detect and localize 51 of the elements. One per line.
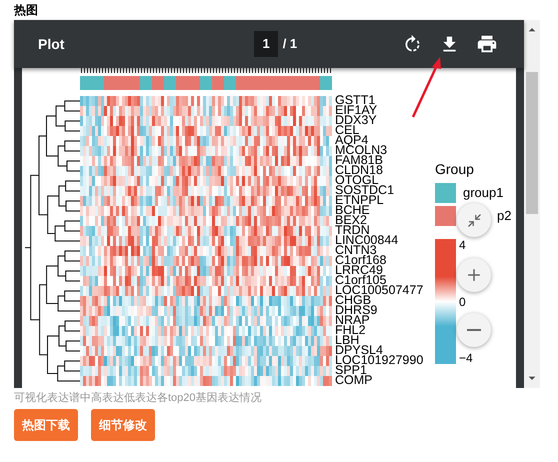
gene-label: TRDN <box>335 225 370 235</box>
gene-label: CEL <box>335 125 360 135</box>
zoom-out-button[interactable] <box>457 313 491 347</box>
gene-label: CNTN3 <box>335 245 377 255</box>
gene-label: FAM81B <box>335 155 383 165</box>
scale-label: 4 <box>459 239 466 251</box>
fit-to-page-button[interactable] <box>457 203 491 237</box>
section-title: 热图 <box>14 2 38 18</box>
page-count: / 1 <box>282 35 298 54</box>
legend-label: group1 <box>463 184 504 202</box>
gene-label: FHL2 <box>335 325 366 335</box>
gene-label: NRAP <box>335 315 370 325</box>
caption: 可视化表达谱中高表达低表达各top20基因表达情况 <box>14 391 262 405</box>
gene-label: OTOGL <box>335 175 379 185</box>
gene-label: C1orf105 <box>335 275 386 285</box>
scale-label: 0 <box>459 296 466 308</box>
gene-label: SPP1 <box>335 365 367 375</box>
gene-label: MCOLN3 <box>335 145 388 155</box>
gene-label: SOSTDC1 <box>335 185 394 195</box>
action-button[interactable]: 细节修改 <box>91 409 155 441</box>
document-title: Plot <box>38 34 64 54</box>
legend-title: Group <box>435 161 474 177</box>
action-button[interactable]: 热图下载 <box>14 409 78 441</box>
gene-label: LINC00844 <box>335 235 398 245</box>
gene-label: ETNPPL <box>335 195 384 205</box>
gene-label: BCHE <box>335 205 370 215</box>
scrollbar[interactable] <box>524 20 540 388</box>
collapse-icon <box>466 212 482 228</box>
gene-label: DDX3Y <box>335 115 377 125</box>
gene-label: LRRC49 <box>335 265 383 275</box>
plus-icon <box>465 266 483 284</box>
gene-label: EIF1AY <box>335 105 378 115</box>
minus-icon <box>467 329 481 331</box>
zoom-in-button[interactable] <box>457 258 491 292</box>
scrollbar-thumb[interactable] <box>526 72 538 214</box>
gene-label: LOC101927990 <box>335 355 424 365</box>
gene-label: DHRS9 <box>335 305 378 315</box>
gene-label: GSTT1 <box>335 95 376 105</box>
gene-label: CLDN18 <box>335 165 383 175</box>
gene-label: LOC100507477 <box>335 285 424 295</box>
gene-label: DPYSL4 <box>335 345 383 355</box>
legend-label: p2 <box>497 207 512 226</box>
gene-label: C1orf168 <box>335 255 386 265</box>
gene-label: COMP <box>335 375 372 385</box>
gene-label: CHGB <box>335 295 372 305</box>
gene-label: BEX2 <box>335 215 367 225</box>
gene-label: AQP4 <box>335 135 368 145</box>
print-icon[interactable] <box>476 33 498 55</box>
gene-label: LBH <box>335 335 360 345</box>
page-number-field[interactable]: 1 <box>254 31 278 57</box>
scale-label: −4 <box>459 352 473 364</box>
